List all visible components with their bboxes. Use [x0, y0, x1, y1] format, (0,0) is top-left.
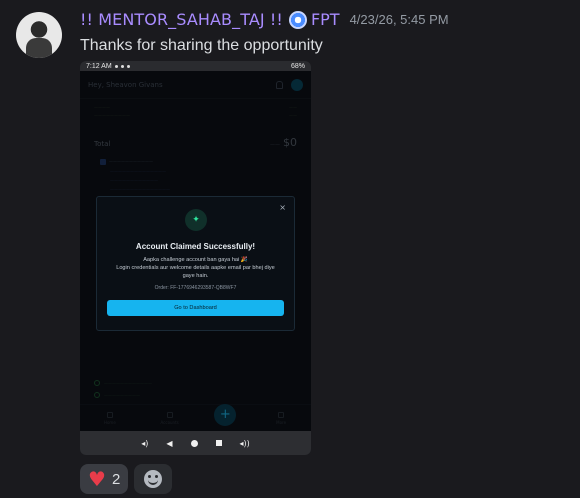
- add-reaction-button[interactable]: [134, 464, 173, 494]
- notification-icon: [114, 64, 118, 68]
- user-avatar[interactable]: [16, 12, 62, 58]
- message-text: Thanks for sharing the opportunity: [80, 37, 323, 54]
- party-icon: ✦: [185, 209, 207, 231]
- close-icon[interactable]: ×: [279, 203, 286, 212]
- smile-icon: [144, 470, 163, 488]
- modal-body: Aapka challenge account ban gaya hai 🎉 L…: [115, 256, 276, 280]
- app-screen: Hey, Sheavon Givans ———— —— ————————— —— T…: [80, 71, 311, 431]
- modal-body-line: Aapka challenge account ban gaya hai 🎉: [143, 257, 248, 263]
- reaction-count: 2: [111, 470, 121, 488]
- timestamp: 4/23/26, 5:45 PM: [349, 12, 449, 27]
- modal-title: Account Claimed Successfully!: [135, 242, 256, 251]
- status-time: 7:12 AM: [86, 62, 112, 70]
- order-id: Order: FF-1776946293587-QB8WF7: [154, 285, 237, 291]
- message-header: !! MENTOR_SAHAB_TAJ !! FPT 4/23/26, 5:45…: [80, 10, 449, 29]
- screenshot-attachment[interactable]: 7:12 AM 68% Hey, Sheavon Givans ———— —— —…: [80, 61, 311, 455]
- role-tag[interactable]: FPT: [311, 10, 340, 29]
- volume-up-icon[interactable]: ◂)): [240, 439, 250, 448]
- notification-icon: [120, 64, 124, 68]
- reactions-bar: ♥ 2: [80, 464, 173, 494]
- heart-icon: ♥: [88, 467, 106, 491]
- role-icon: [288, 10, 307, 29]
- back-icon[interactable]: ◀: [166, 439, 172, 448]
- notification-icon: [126, 64, 130, 68]
- volume-icon[interactable]: ◂): [141, 439, 148, 448]
- heart-reaction[interactable]: ♥ 2: [80, 464, 129, 494]
- modal-body-line: Login credentials aur welcome details aa…: [116, 265, 275, 279]
- recents-icon[interactable]: [215, 440, 222, 446]
- android-nav-bar: ◂) ◀ ◂)): [80, 431, 311, 455]
- username[interactable]: !! MENTOR_SAHAB_TAJ !!: [80, 10, 283, 29]
- home-circle-icon[interactable]: [190, 439, 198, 447]
- success-modal: × ✦ Account Claimed Successfully! Aapka …: [96, 196, 295, 331]
- battery-level: 68%: [290, 62, 305, 70]
- phone-status-bar: 7:12 AM 68%: [80, 61, 311, 71]
- go-to-dashboard-button[interactable]: Go to Dashboard: [107, 300, 284, 316]
